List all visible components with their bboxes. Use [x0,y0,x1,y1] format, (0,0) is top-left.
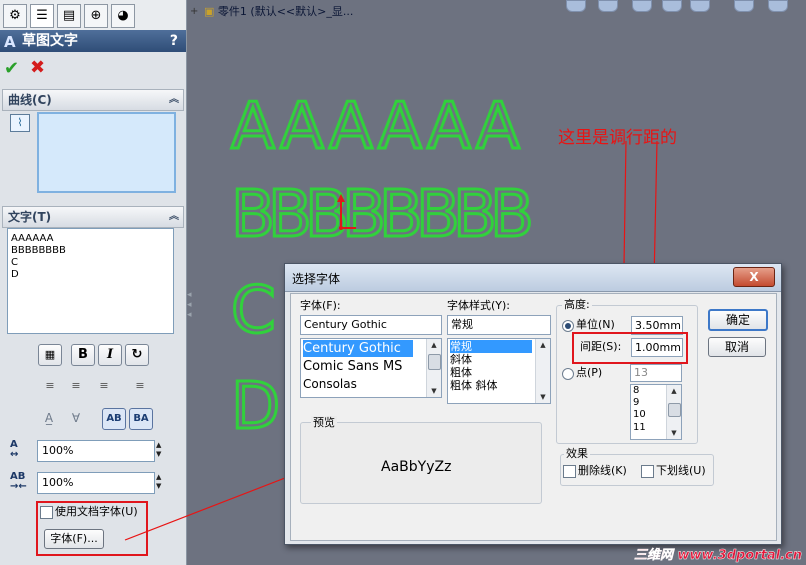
list-item[interactable]: 粗体 [450,366,472,379]
list-item[interactable]: 8 [633,385,639,397]
list-item[interactable]: Comic Sans MS [303,358,402,375]
font-dialog: 选择字体 X 字体(F): Century Gothic Century Got… [284,263,782,545]
font-style-list[interactable]: 常规 斜体 粗体 粗体 斜体 ▲ ▼ [447,338,551,404]
preview-text: AaBbYyZz [381,459,452,475]
list-item[interactable]: 斜体 [450,353,472,366]
strikeout-checkbox[interactable] [563,465,576,478]
preview-label: 预览 [311,416,337,430]
points-list[interactable]: 8 9 10 11 ▲ ▼ [630,384,682,440]
watermark: 三维网 www.3dportal.cn [633,548,802,563]
dialog-title: 选择字体 [292,272,341,286]
list-item[interactable]: Century Gothic [303,340,413,357]
font-family-label: 字体(F): [300,299,341,312]
height-label: 高度: [562,298,592,312]
effects-label: 效果 [564,447,590,461]
strikeout-label: 删除线(K) [578,464,627,477]
dialog-ok-button[interactable]: 确定 [708,309,768,331]
list-item[interactable]: 9 [633,397,639,409]
annotation-highlight-box [572,332,688,364]
underline-label: 下划线(U) [656,464,706,477]
font-family-input[interactable]: Century Gothic [300,315,442,335]
unit-label: 单位(N) [576,318,615,331]
list-item[interactable]: 11 [633,422,646,434]
scrollbar[interactable]: ▲ ▼ [535,339,550,403]
list-item[interactable]: 粗体 斜体 [450,379,498,392]
dialog-close-button[interactable]: X [733,267,775,287]
scrollbar[interactable]: ▲ ▼ [666,385,681,439]
dialog-body: 字体(F): Century Gothic Century Gothic Com… [290,293,777,541]
points-label: 点(P) [576,366,603,379]
underline-checkbox[interactable] [641,465,654,478]
unit-radio[interactable] [562,320,574,332]
list-item[interactable]: 10 [633,409,646,421]
font-style-input[interactable]: 常规 [447,315,551,335]
list-item[interactable]: 常规 [450,340,532,353]
dialog-cancel-button[interactable]: 取消 [708,337,766,357]
font-family-list[interactable]: Century Gothic Comic Sans MS Consolas ▲ ▼ [300,338,442,398]
scrollbar[interactable]: ▲ ▼ [426,339,441,397]
points-radio[interactable] [562,368,574,380]
dialog-titlebar[interactable]: 选择字体 X [285,264,781,292]
list-item[interactable]: Consolas [303,376,357,393]
points-value-input[interactable]: 13 [630,364,682,382]
font-style-label: 字体样式(Y): [447,299,511,312]
